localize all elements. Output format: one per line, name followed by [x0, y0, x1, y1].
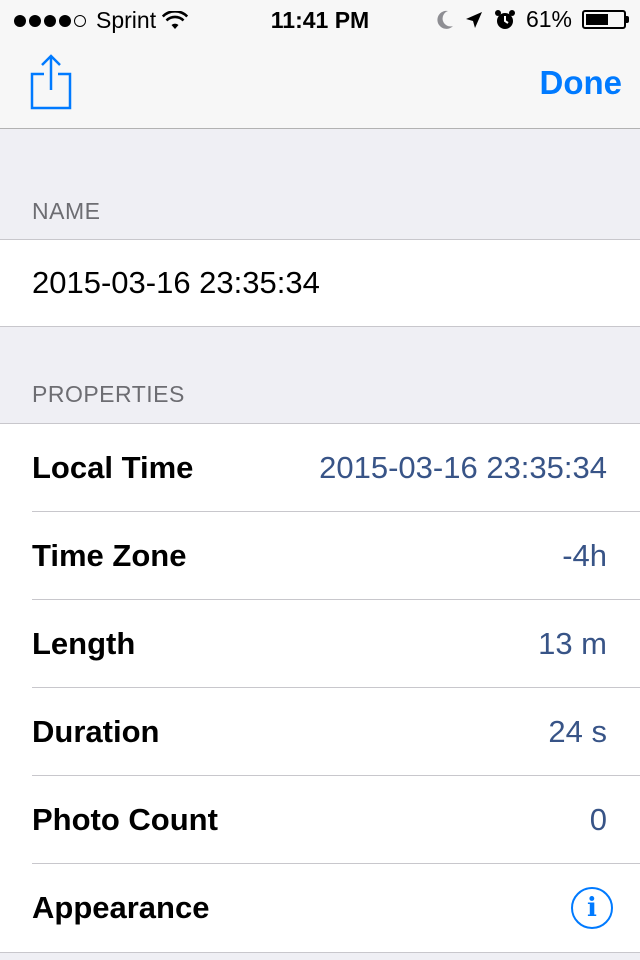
status-right: 61% — [436, 6, 629, 33]
share-button[interactable] — [28, 52, 74, 112]
property-row-time-zone: Time Zone -4h — [0, 512, 640, 600]
properties-group: Local Time 2015-03-16 23:35:34 Time Zone… — [0, 423, 640, 953]
info-icon[interactable]: i — [571, 887, 613, 929]
property-label: Photo Count — [32, 802, 218, 837]
property-row-local-time: Local Time 2015-03-16 23:35:34 — [0, 424, 640, 512]
property-label: Local Time — [32, 450, 194, 485]
property-row-appearance[interactable]: Appearance i — [0, 864, 640, 952]
battery-fill — [586, 14, 608, 25]
property-value: 2015-03-16 23:35:34 — [319, 450, 607, 485]
battery-icon — [582, 10, 629, 29]
property-row-length: Length 13 m — [0, 600, 640, 688]
property-value: 0 — [589, 802, 607, 837]
property-value: 24 s — [548, 714, 607, 749]
screen: Sprint 11:41 PM 61% Done NAME 2015-03-16… — [0, 0, 640, 960]
done-button[interactable]: Done — [540, 64, 623, 102]
alarm-clock-icon — [494, 9, 515, 29]
property-value: 13 m — [538, 626, 607, 661]
property-value: -4h — [562, 538, 607, 573]
property-label: Appearance — [32, 890, 210, 925]
location-arrow-icon — [465, 11, 482, 28]
property-label: Length — [32, 626, 136, 661]
property-label: Duration — [32, 714, 160, 749]
name-field[interactable]: 2015-03-16 23:35:34 — [0, 240, 640, 326]
property-row-photo-count: Photo Count 0 — [0, 776, 640, 864]
top-bar: Sprint 11:41 PM 61% Done — [0, 0, 640, 129]
properties-section-header: PROPERTIES — [32, 381, 185, 407]
status-bar: Sprint 11:41 PM 61% — [0, 0, 640, 40]
property-row-duration: Duration 24 s — [0, 688, 640, 776]
battery-percent: 61% — [525, 6, 572, 32]
name-group: 2015-03-16 23:35:34 — [0, 239, 640, 327]
name-section-header: NAME — [32, 198, 101, 224]
property-label: Time Zone — [32, 538, 187, 573]
moon-icon — [437, 10, 453, 29]
share-icon — [30, 54, 72, 110]
